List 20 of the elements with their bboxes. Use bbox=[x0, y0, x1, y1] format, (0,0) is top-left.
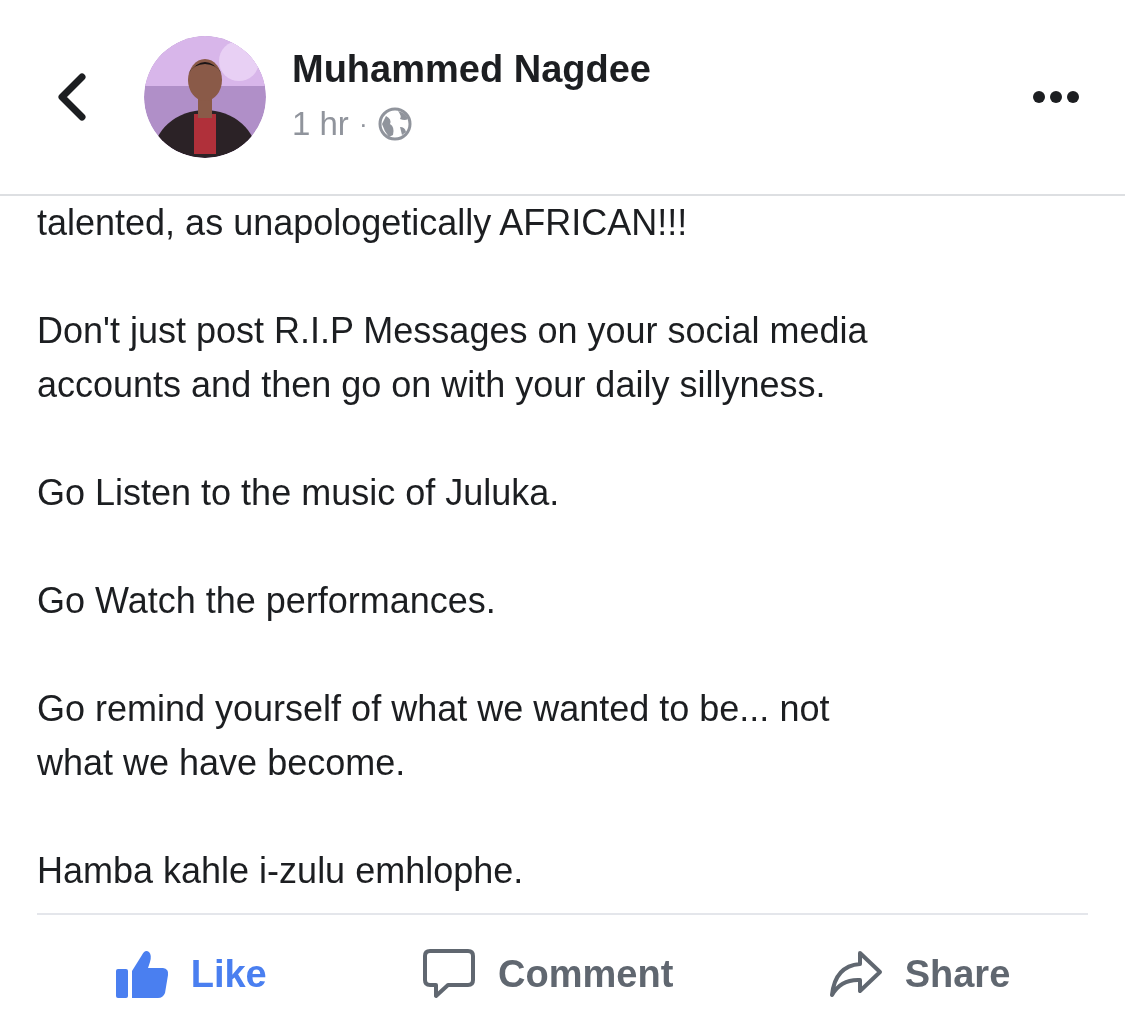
post-text: accounts and then go on with your daily sillyness. bbox=[37, 363, 827, 407]
share-button[interactable]: Share bbox=[828, 945, 1011, 1003]
post-text: Go Listen to the music of Juluka. bbox=[37, 471, 561, 515]
speech-bubble-icon bbox=[422, 948, 477, 1001]
globe-icon bbox=[377, 107, 412, 141]
separator: · bbox=[358, 107, 368, 141]
author-name[interactable]: Muhammed Nagdee bbox=[292, 45, 1033, 94]
post-text: Go Watch the performances. bbox=[37, 579, 497, 623]
back-icon bbox=[56, 73, 88, 121]
more-icon bbox=[1033, 91, 1079, 103]
like-button[interactable]: Like bbox=[114, 945, 267, 1003]
post-text: Don't just post R.I.P Messages on your social media bbox=[37, 309, 869, 353]
post-text: Go remind yourself of what we wanted to be... not bbox=[37, 687, 831, 731]
post-text: what we have become. bbox=[37, 741, 407, 785]
comment-button[interactable]: Comment bbox=[422, 945, 674, 1003]
post-time: 1 hr bbox=[292, 104, 349, 145]
thumbs-up-icon bbox=[114, 949, 169, 1000]
share-arrow-icon bbox=[828, 950, 883, 999]
post-text: Hamba kahle i-zulu emhlophe. bbox=[37, 849, 525, 893]
post-text: talented, as unapologetically AFRICAN!!! bbox=[37, 201, 689, 245]
